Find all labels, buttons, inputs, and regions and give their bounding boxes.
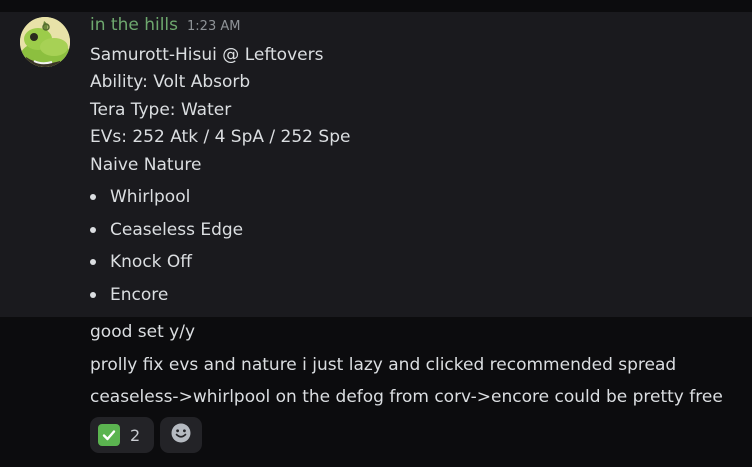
frog-avatar-icon [20,17,70,67]
add-reaction-smiley-icon [170,422,192,448]
move-item: Knock Off [110,252,193,272]
set-line-tera: Tera Type: Water [90,100,232,120]
followup-message: good set y/y [90,322,196,342]
move-item: Encore [110,285,169,305]
followup-message: ceaseless->whirlpool on the defog from c… [90,387,723,407]
move-item: Whirlpool [110,187,191,207]
bullet-icon [90,227,96,233]
username[interactable]: in the hills [90,15,178,35]
previous-message-edge [0,0,752,12]
set-line-nature: Naive Nature [90,155,202,175]
bullet-icon [90,259,96,265]
bullet-icon [90,194,96,200]
reactions-bar: 2 [90,417,202,453]
reaction-count: 2 [130,425,141,445]
move-item: Ceaseless Edge [110,220,244,240]
avatar[interactable] [20,17,70,67]
message-header: in the hills 1:23 AM [90,15,240,39]
set-line-item: Samurott-Hisui @ Leftovers [90,45,324,65]
check-reaction-button[interactable]: 2 [90,417,154,453]
timestamp[interactable]: 1:23 AM [187,19,240,34]
set-line-ability: Ability: Volt Absorb [90,72,251,92]
bullet-icon [90,292,96,298]
add-reaction-button[interactable] [160,417,202,453]
followup-message: prolly fix evs and nature i just lazy an… [90,355,677,375]
set-line-evs: EVs: 252 Atk / 4 SpA / 252 Spe [90,127,351,147]
white-check-mark-icon [98,424,120,446]
